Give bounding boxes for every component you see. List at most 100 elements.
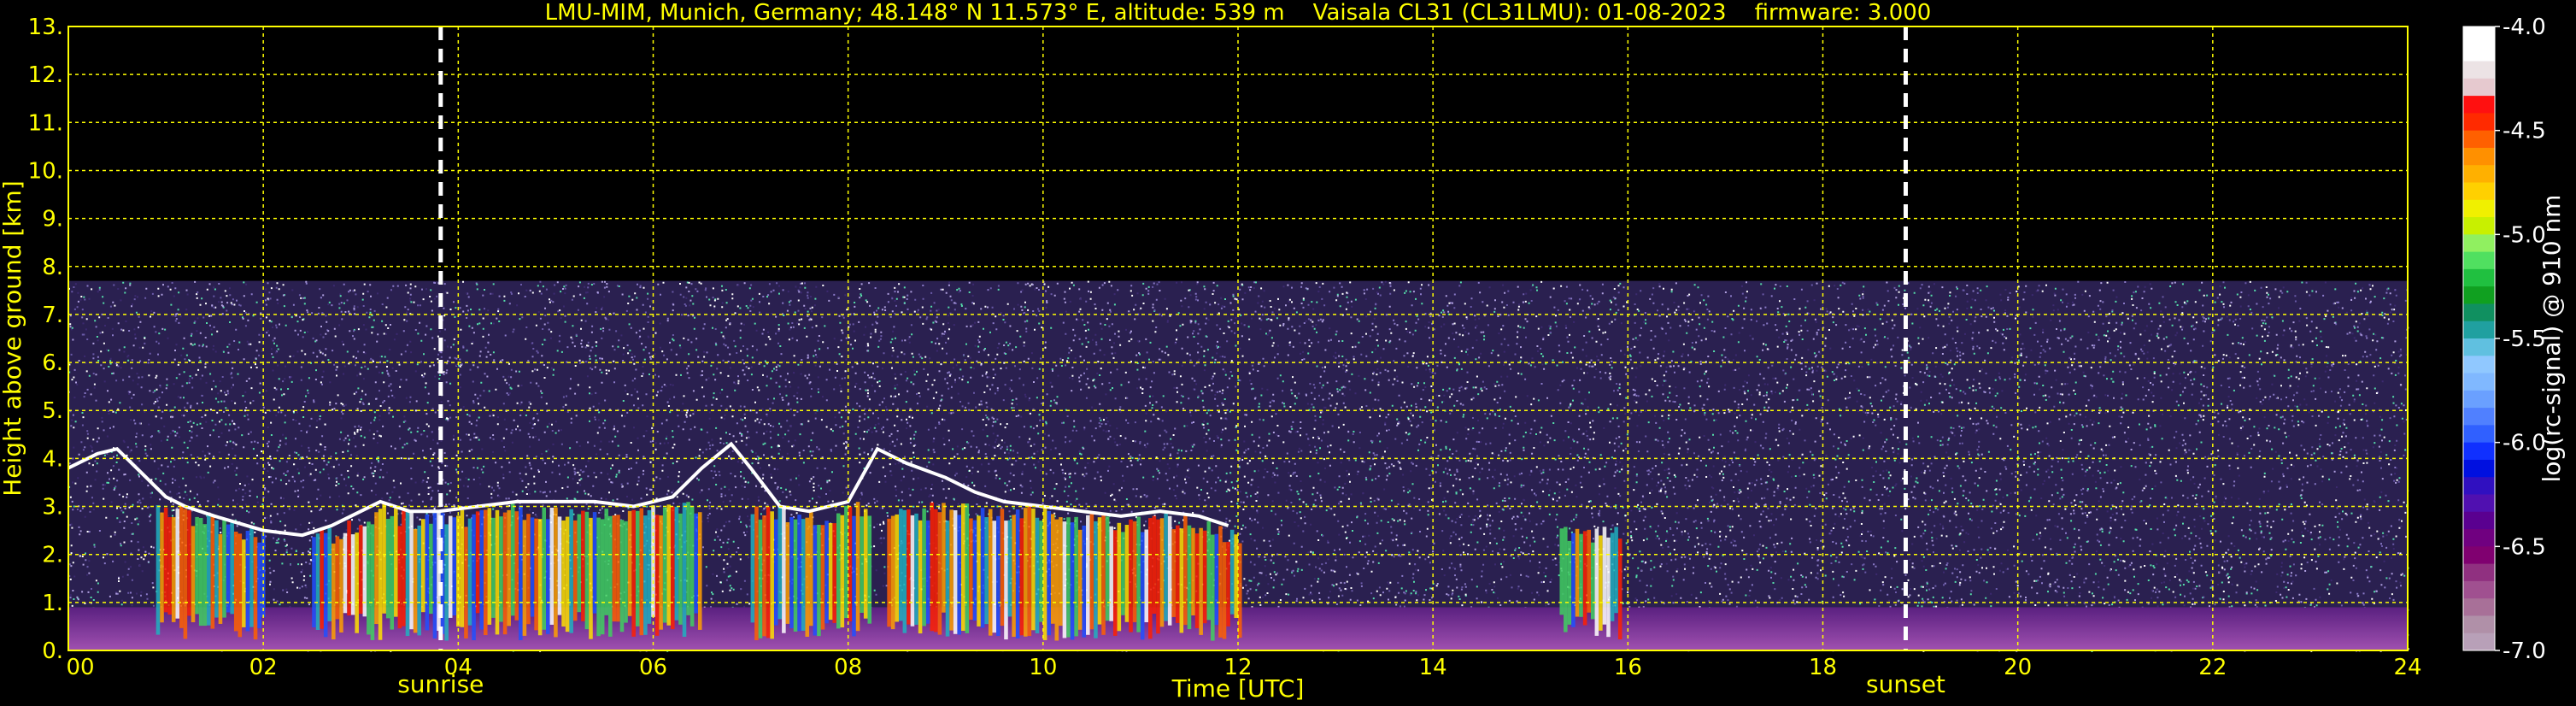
- aerosol-stripe: [210, 516, 215, 629]
- aerosol-stripe: [402, 509, 406, 627]
- heatmap-layer: [67, 280, 2409, 652]
- aerosol-stripe: [1050, 514, 1055, 624]
- aerosol-stripe: [577, 514, 582, 613]
- aerosol-stripe: [487, 508, 492, 625]
- x-tick-label: 08: [834, 655, 862, 680]
- colorbar-swatch: [2463, 563, 2495, 582]
- aerosol-stripe: [245, 531, 250, 632]
- aerosol-stripe: [600, 519, 605, 635]
- aerosol-stripe: [1179, 528, 1184, 633]
- aerosol-stripe: [1086, 515, 1090, 635]
- aerosol-stripe: [1074, 516, 1078, 637]
- aerosol-stripe: [1136, 516, 1141, 632]
- aerosol-stripe: [323, 532, 328, 638]
- aerosol-stripe: [1097, 517, 1102, 625]
- aerosol-stripe: [257, 542, 261, 629]
- aerosol-stripe: [417, 525, 421, 636]
- aerosol-stripe: [694, 513, 698, 614]
- marker-label-sunset: sunset: [1866, 670, 1945, 698]
- aerosol-stripe: [554, 507, 558, 638]
- aerosol-stripe: [444, 524, 449, 641]
- x-tick-label: 14: [1419, 655, 1447, 680]
- aerosol-stripe: [836, 513, 841, 629]
- colorbar-swatch: [2463, 303, 2495, 322]
- aerosol-stripe: [1031, 508, 1036, 631]
- aerosol-stripe: [887, 518, 891, 627]
- aerosol-stripe: [206, 514, 211, 626]
- colorbar: [2462, 26, 2496, 651]
- aerosol-stripe: [1582, 531, 1587, 626]
- aerosol-stripe: [160, 512, 164, 623]
- aerosol-stripe: [249, 527, 254, 627]
- aerosol-stripe: [589, 517, 593, 639]
- aerosol-stripe: [773, 519, 778, 626]
- colorbar-swatch: [2463, 78, 2495, 97]
- colorbar-swatch: [2463, 130, 2495, 149]
- colorbar-swatch: [2463, 113, 2495, 132]
- aerosol-stripe: [191, 526, 196, 622]
- aerosol-stripe: [183, 509, 188, 639]
- aerosol-stripe: [1105, 516, 1110, 621]
- aerosol-stripe: [218, 533, 223, 624]
- aerosol-stripe: [1101, 515, 1106, 635]
- aerosol-stripe: [1047, 510, 1051, 636]
- aerosol-stripe: [890, 515, 895, 630]
- y-axis-title: Height above ground [km]: [0, 180, 26, 497]
- colorbar-swatch: [2463, 96, 2495, 114]
- aerosol-stripe: [238, 533, 243, 638]
- colorbar-swatch: [2463, 147, 2495, 166]
- aerosol-stripe: [526, 514, 531, 625]
- aerosol-stripe: [612, 515, 617, 622]
- colorbar-swatch: [2463, 321, 2495, 339]
- aerosol-stripe: [242, 539, 246, 627]
- aerosol-stripe: [1202, 530, 1207, 624]
- aerosol-stripe: [619, 520, 625, 632]
- x-tick-label: 00: [66, 655, 94, 680]
- y-tick-label: 7.: [42, 303, 63, 328]
- aerosol-stripe: [898, 509, 903, 621]
- aerosol-stripe: [1152, 515, 1157, 615]
- aerosol-stripe: [682, 503, 687, 638]
- aerosol-stripe: [537, 519, 543, 636]
- aerosol-stripe: [805, 517, 810, 638]
- aerosol-stripe: [1129, 519, 1133, 632]
- aerosol-stripe: [202, 524, 207, 627]
- aerosol-stripe: [1599, 535, 1603, 631]
- aerosol-stripe: [902, 509, 907, 633]
- aerosol-stripe: [608, 515, 613, 637]
- aerosol-stripe: [519, 505, 523, 640]
- aerosol-stripe: [1575, 528, 1580, 617]
- aerosol-stripe: [534, 518, 538, 631]
- aerosol-region: [750, 502, 872, 641]
- aerosol-stripe: [965, 503, 970, 633]
- aerosol-stripe: [689, 505, 695, 627]
- aerosol-stripe: [1132, 521, 1137, 622]
- aerosol-stripe: [1606, 537, 1611, 638]
- aerosol-stripe: [797, 515, 801, 632]
- aerosol-stripe: [820, 525, 825, 630]
- aerosol-stripe: [867, 515, 872, 624]
- colorbar-swatch: [2463, 373, 2495, 391]
- colorbar-swatch: [2463, 442, 2495, 461]
- aerosol-stripe: [996, 515, 1000, 636]
- colorbar-swatch: [2463, 494, 2495, 513]
- aerosol-stripe: [604, 509, 609, 615]
- x-tick-label: 24: [2393, 655, 2421, 680]
- aerosol-stripe: [1077, 529, 1083, 630]
- aerosol-stripe: [1156, 519, 1160, 634]
- aerosol-stripe: [832, 523, 836, 623]
- aerosol-stripe: [549, 507, 555, 625]
- aerosol-stripe: [335, 536, 340, 620]
- colorbar-swatch: [2463, 26, 2495, 44]
- aerosol-stripe: [495, 509, 500, 635]
- aerosol-stripe: [1004, 521, 1008, 640]
- aerosol-stripe: [514, 511, 519, 621]
- aerosol-stripe: [988, 509, 993, 636]
- aerosol-stripe: [1144, 529, 1149, 622]
- aerosol-stripe: [860, 516, 864, 613]
- aerosol-stripe: [1062, 521, 1067, 638]
- y-tick-label: 4.: [42, 446, 63, 472]
- colorbar-swatch: [2463, 199, 2495, 218]
- aerosol-stripe: [179, 504, 184, 628]
- aerosol-stripe: [507, 509, 511, 627]
